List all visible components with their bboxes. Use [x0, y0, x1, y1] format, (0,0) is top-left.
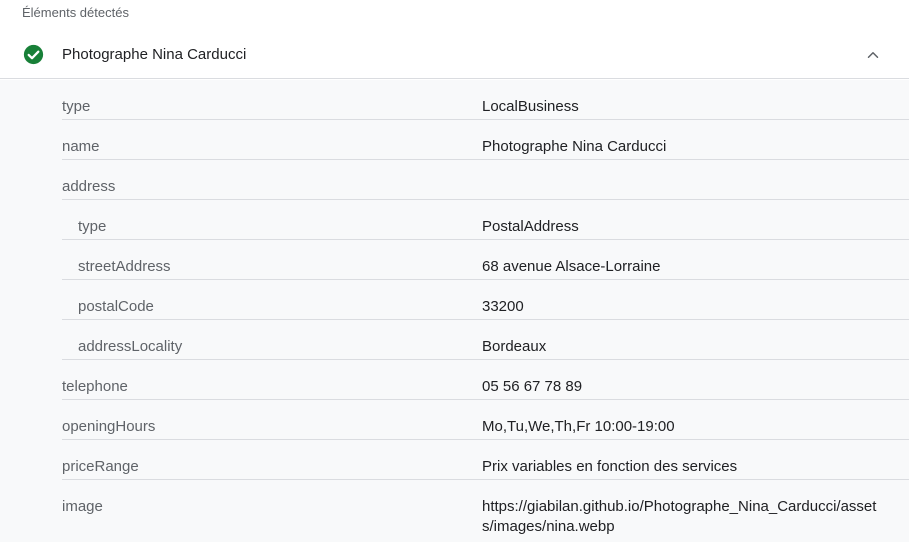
- property-row: image https://giabilan.github.io/Photogr…: [62, 480, 909, 542]
- property-value: 05 56 67 78 89: [482, 378, 583, 395]
- item-details: type LocalBusiness name Photographe Nina…: [0, 80, 909, 542]
- property-row: address: [62, 160, 909, 200]
- property-row: name Photographe Nina Carducci: [62, 120, 909, 160]
- property-key: telephone: [62, 378, 128, 395]
- property-row: priceRange Prix variables en fonction de…: [62, 440, 909, 480]
- item-title: Photographe Nina Carducci: [62, 46, 247, 63]
- property-key: image: [62, 498, 103, 515]
- section-label: Éléments détectés: [22, 5, 129, 20]
- check-circle-icon: [23, 44, 44, 65]
- property-value: LocalBusiness: [482, 98, 579, 115]
- nested-property-row: streetAddress 68 avenue Alsace-Lorraine: [62, 240, 909, 280]
- property-key: postalCode: [78, 298, 154, 315]
- property-value: Bordeaux: [482, 338, 547, 355]
- property-key: addressLocality: [78, 338, 183, 355]
- property-value: Photographe Nina Carducci: [482, 138, 667, 155]
- property-row: type LocalBusiness: [62, 80, 909, 120]
- property-key: name: [62, 138, 100, 155]
- property-value: 33200: [482, 298, 524, 315]
- property-value: PostalAddress: [482, 218, 579, 235]
- property-value: Mo,Tu,We,Th,Fr 10:00-19:00: [482, 418, 675, 435]
- property-row: telephone 05 56 67 78 89: [62, 360, 909, 400]
- nested-property-row: addressLocality Bordeaux: [62, 320, 909, 360]
- property-row: openingHours Mo,Tu,We,Th,Fr 10:00-19:00: [62, 400, 909, 440]
- property-key: address: [62, 178, 116, 195]
- chevron-up-icon[interactable]: [864, 46, 882, 64]
- property-value: Prix variables en fonction des services: [482, 458, 738, 475]
- property-key: openingHours: [62, 418, 156, 435]
- detected-item-header[interactable]: Photographe Nina Carducci: [0, 32, 909, 79]
- property-value-url: https://giabilan.github.io/Photographe_N…: [482, 498, 877, 535]
- property-key: type: [62, 98, 91, 115]
- nested-property-row: postalCode 33200: [62, 280, 909, 320]
- property-key: type: [78, 218, 107, 235]
- property-value: 68 avenue Alsace-Lorraine: [482, 258, 661, 275]
- nested-property-row: type PostalAddress: [62, 200, 909, 240]
- property-key: streetAddress: [78, 258, 171, 275]
- property-key: priceRange: [62, 458, 139, 475]
